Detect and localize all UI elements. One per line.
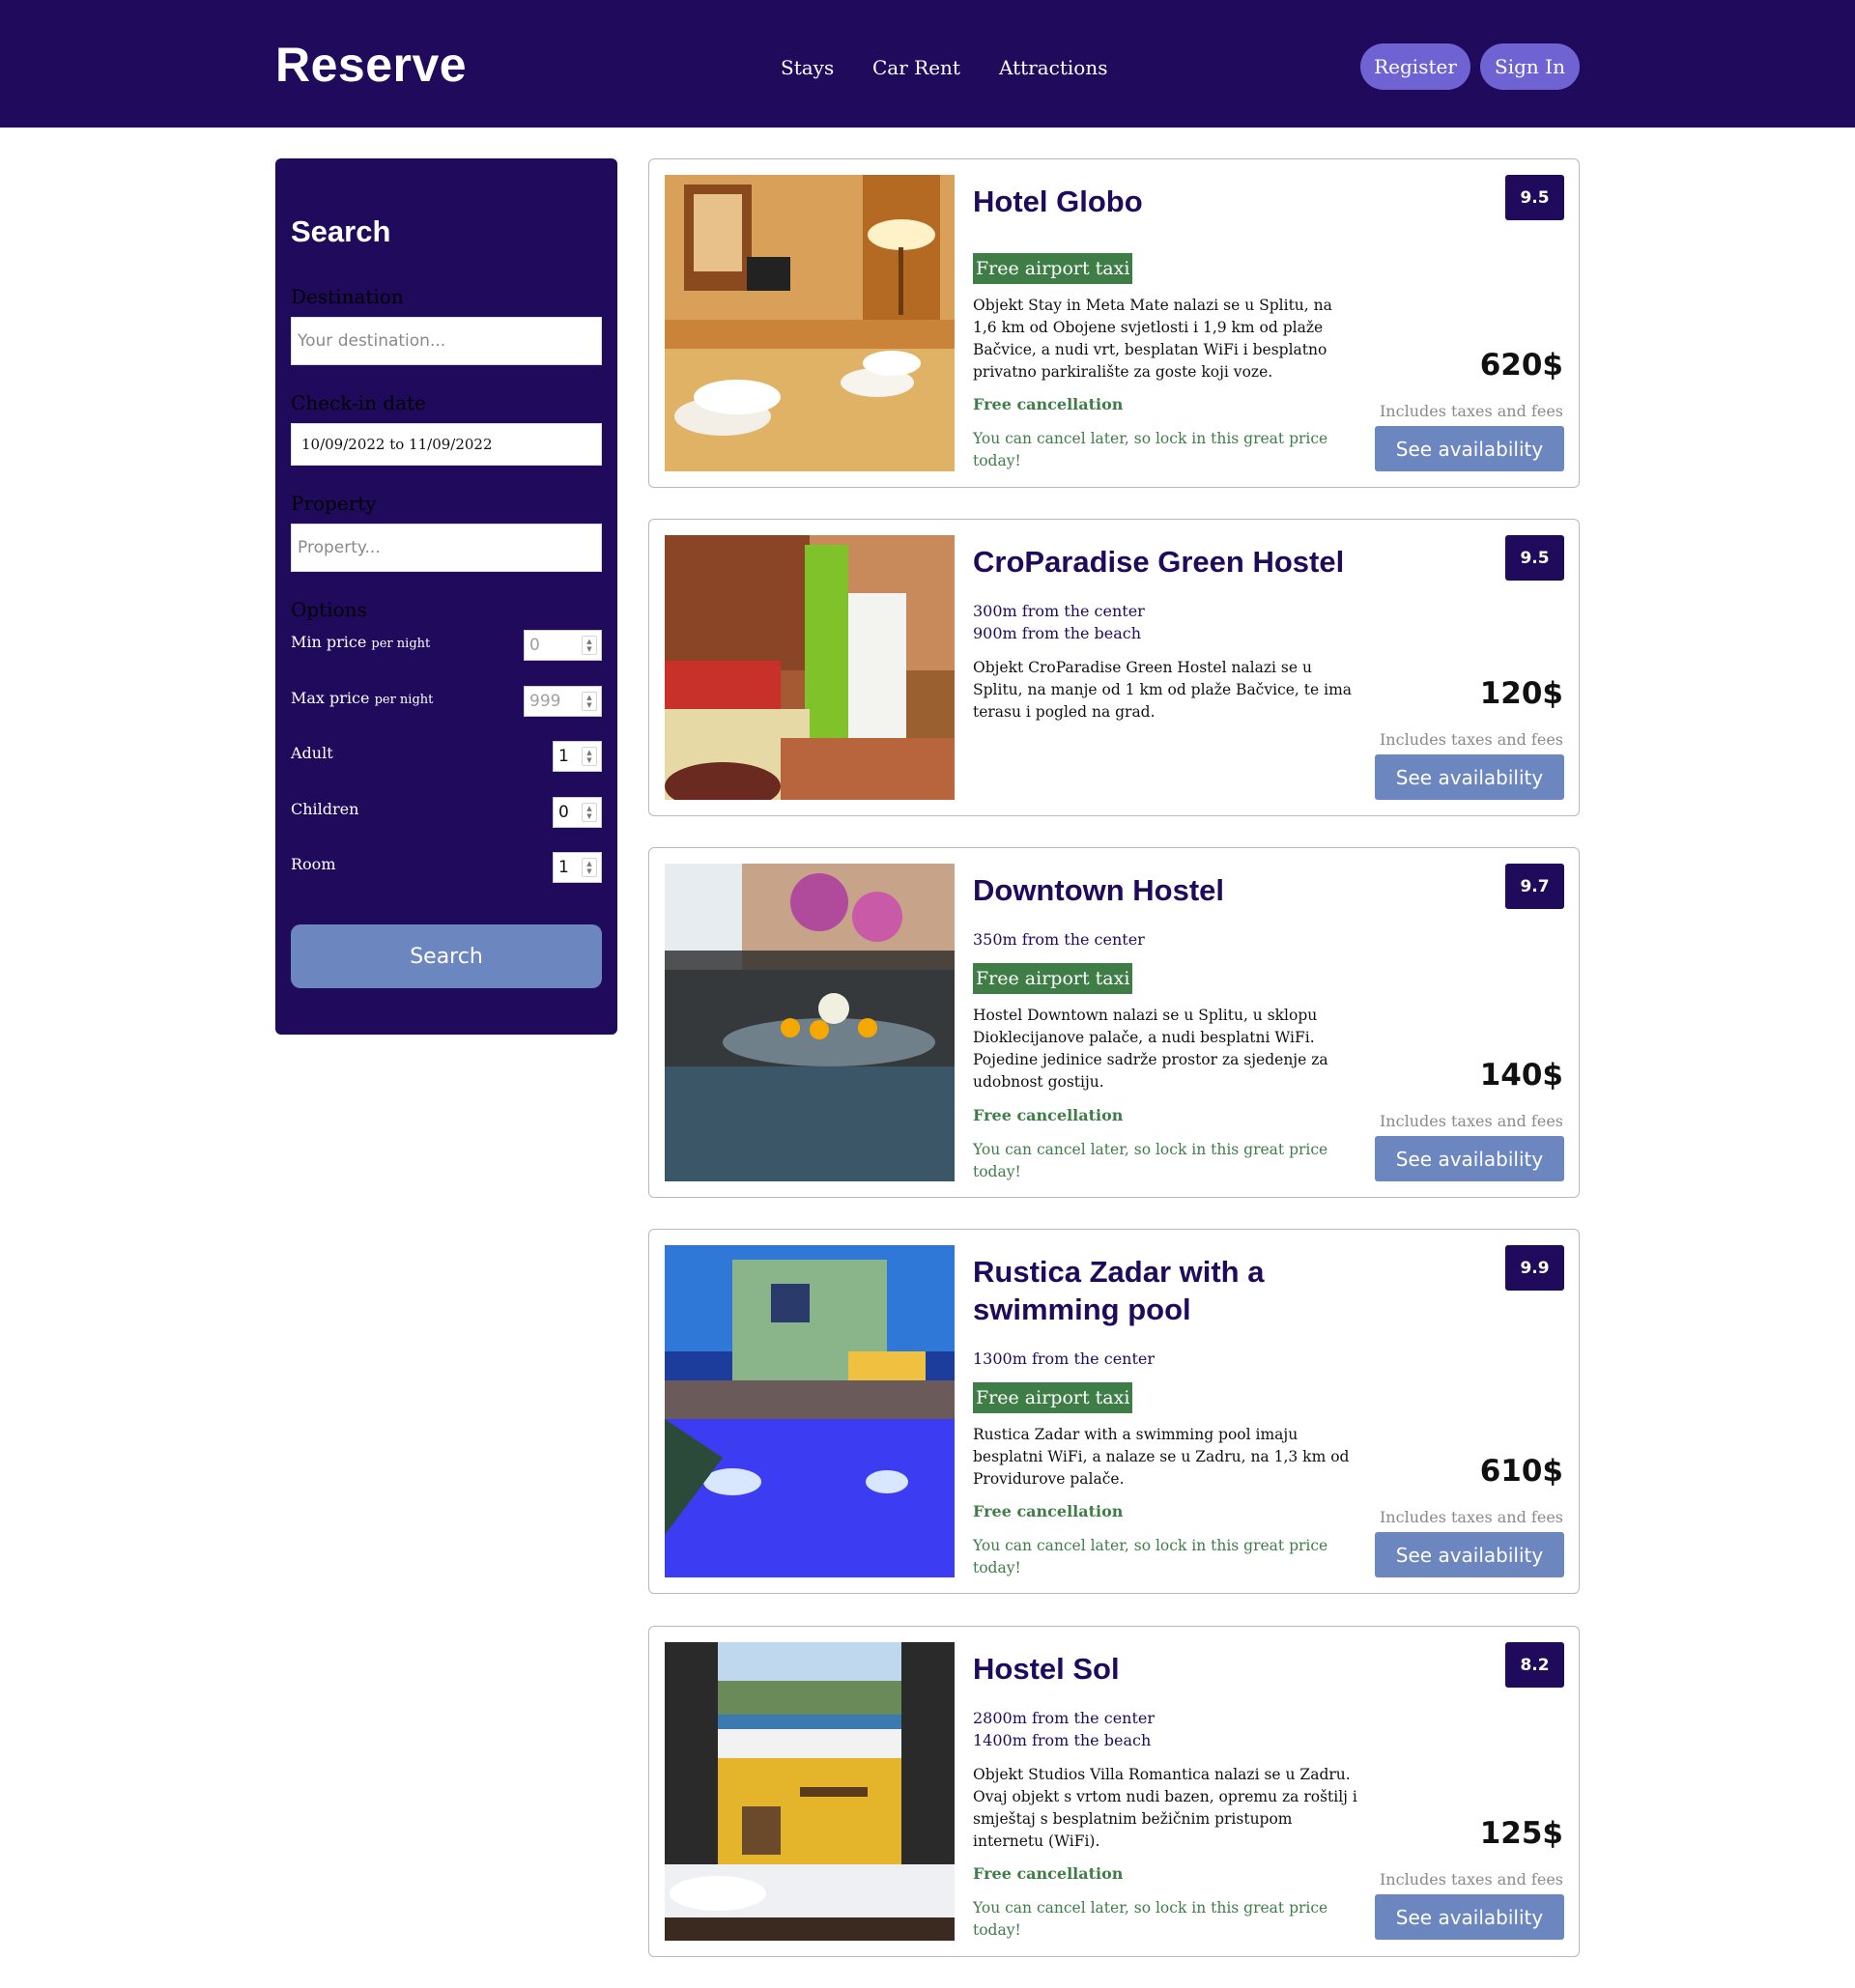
see-availability-button[interactable]: See availability — [1375, 426, 1564, 471]
sign-in-button[interactable]: Sign In — [1480, 43, 1580, 90]
children-label: Children — [291, 800, 359, 818]
spinner-icon[interactable]: ▲ ▼ — [582, 803, 597, 822]
distance-center: 2800m from the center — [973, 1709, 1156, 1727]
see-availability-button[interactable]: See availability — [1375, 1894, 1564, 1940]
hotel-title[interactable]: Hotel Globo — [973, 183, 1340, 220]
nav-car-rent[interactable]: Car Rent — [872, 56, 960, 79]
spinner-icon[interactable]: ▲ ▼ — [582, 747, 597, 766]
taxes-note: Includes taxes and fees — [1379, 402, 1563, 420]
hotel-description: Objekt Studios Villa Romantica nalazi se… — [973, 1766, 1357, 1850]
hotel-photo[interactable] — [665, 535, 955, 800]
free-cancellation: Free cancellation — [973, 1864, 1124, 1883]
price: 620$ — [1479, 348, 1563, 383]
free-cancellation: Free cancellation — [973, 1502, 1124, 1520]
register-button[interactable]: Register — [1360, 43, 1470, 90]
hotel-title[interactable]: Downtown Hostel — [973, 871, 1340, 909]
distance-center: 1300m from the center — [973, 1349, 1156, 1368]
free-taxi-badge: Free airport taxi — [973, 253, 1133, 284]
distance-center: 300m from the center — [973, 602, 1145, 620]
price: 610$ — [1479, 1454, 1563, 1489]
top-navbar: Reserve Stays Car Rent Attractions Regis… — [0, 0, 1855, 128]
max-price-label: Max price per night — [291, 689, 434, 707]
destination-label: Destination — [291, 285, 404, 308]
nav-attractions[interactable]: Attractions — [999, 56, 1107, 79]
cancel-note: You can cancel later, so lock in this gr… — [973, 1899, 1328, 1939]
hotel-title[interactable]: CroParadise Green Hostel — [973, 543, 1379, 581]
cancel-note: You can cancel later, so lock in this gr… — [973, 1537, 1328, 1576]
result-card: Hostel Sol 2800m from the center 1400m f… — [648, 1626, 1580, 1957]
cancel-note: You can cancel later, so lock in this gr… — [973, 1141, 1328, 1180]
rating-badge: 9.7 — [1505, 864, 1564, 909]
rating-badge: 9.5 — [1505, 175, 1564, 220]
search-button[interactable]: Search — [291, 924, 602, 988]
see-availability-button[interactable]: See availability — [1375, 1532, 1564, 1577]
taxes-note: Includes taxes and fees — [1379, 1112, 1563, 1130]
see-availability-button[interactable]: See availability — [1375, 1136, 1564, 1181]
hotel-description: Objekt Stay in Meta Mate nalazi se u Spl… — [973, 297, 1332, 381]
hotel-description: Hostel Downtown nalazi se u Splitu, u sk… — [973, 1007, 1328, 1091]
rating-badge: 9.5 — [1505, 535, 1564, 581]
taxes-note: Includes taxes and fees — [1379, 1870, 1563, 1889]
result-card: Downtown Hostel 350m from the center Fre… — [648, 847, 1580, 1198]
adult-stepper[interactable]: 1 ▲ ▼ — [553, 741, 602, 772]
result-card: CroParadise Green Hostel 300m from the c… — [648, 519, 1580, 816]
price: 125$ — [1479, 1816, 1563, 1851]
price: 120$ — [1479, 676, 1563, 711]
distance-beach: 1400m from the beach — [973, 1731, 1152, 1749]
search-panel: Search Destination Your destination... C… — [275, 158, 617, 1035]
checkin-date-input[interactable]: 10/09/2022 to 11/09/2022 — [291, 423, 602, 466]
logo[interactable]: Reserve — [275, 37, 467, 93]
taxes-note: Includes taxes and fees — [1379, 1508, 1563, 1526]
min-price-label: Min price per night — [291, 633, 431, 651]
result-card: Hotel Globo Free airport taxi Objekt Sta… — [648, 158, 1580, 488]
property-label: Property — [291, 492, 377, 515]
room-stepper[interactable]: 1 ▲ ▼ — [553, 852, 602, 883]
spinner-icon[interactable]: ▲ ▼ — [582, 858, 597, 877]
cancel-note: You can cancel later, so lock in this gr… — [973, 430, 1328, 469]
hotel-photo[interactable] — [665, 1642, 955, 1941]
free-taxi-badge: Free airport taxi — [973, 1382, 1133, 1413]
children-stepper[interactable]: 0 ▲ ▼ — [553, 797, 602, 828]
spinner-icon[interactable]: ▲ ▼ — [582, 692, 597, 711]
distance-beach: 900m from the beach — [973, 624, 1142, 642]
rating-badge: 9.9 — [1505, 1245, 1564, 1291]
adult-label: Adult — [291, 744, 333, 762]
nav-stays[interactable]: Stays — [781, 56, 834, 79]
free-taxi-badge: Free airport taxi — [973, 963, 1133, 994]
hotel-photo[interactable] — [665, 175, 955, 471]
free-cancellation: Free cancellation — [973, 1106, 1124, 1124]
room-label: Room — [291, 855, 336, 873]
price: 140$ — [1479, 1058, 1563, 1093]
taxes-note: Includes taxes and fees — [1379, 730, 1563, 749]
distance-center: 350m from the center — [973, 930, 1145, 949]
hotel-description: Rustica Zadar with a swimming pool imaju… — [973, 1426, 1350, 1488]
hotel-title[interactable]: Hostel Sol — [973, 1650, 1340, 1688]
property-input[interactable]: Property... — [291, 524, 602, 572]
max-price-input[interactable]: 999 ▲ ▼ — [524, 686, 602, 717]
rating-badge: 8.2 — [1505, 1642, 1564, 1688]
see-availability-button[interactable]: See availability — [1375, 754, 1564, 800]
free-cancellation: Free cancellation — [973, 395, 1124, 413]
result-card: Rustica Zadar with a swimming pool 1300m… — [648, 1229, 1580, 1594]
min-price-input[interactable]: 0 ▲ ▼ — [524, 630, 602, 661]
search-panel-title: Search — [291, 214, 391, 248]
spinner-icon[interactable]: ▲ ▼ — [582, 636, 597, 655]
destination-input[interactable]: Your destination... — [291, 317, 602, 365]
hotel-photo[interactable] — [665, 864, 955, 1181]
hotel-description: Objekt CroParadise Green Hostel nalazi s… — [973, 659, 1353, 721]
options-label: Options — [291, 598, 367, 621]
hotel-title[interactable]: Rustica Zadar with a swimming pool — [973, 1253, 1311, 1328]
hotel-photo[interactable] — [665, 1245, 955, 1577]
checkin-label: Check-in date — [291, 391, 426, 414]
